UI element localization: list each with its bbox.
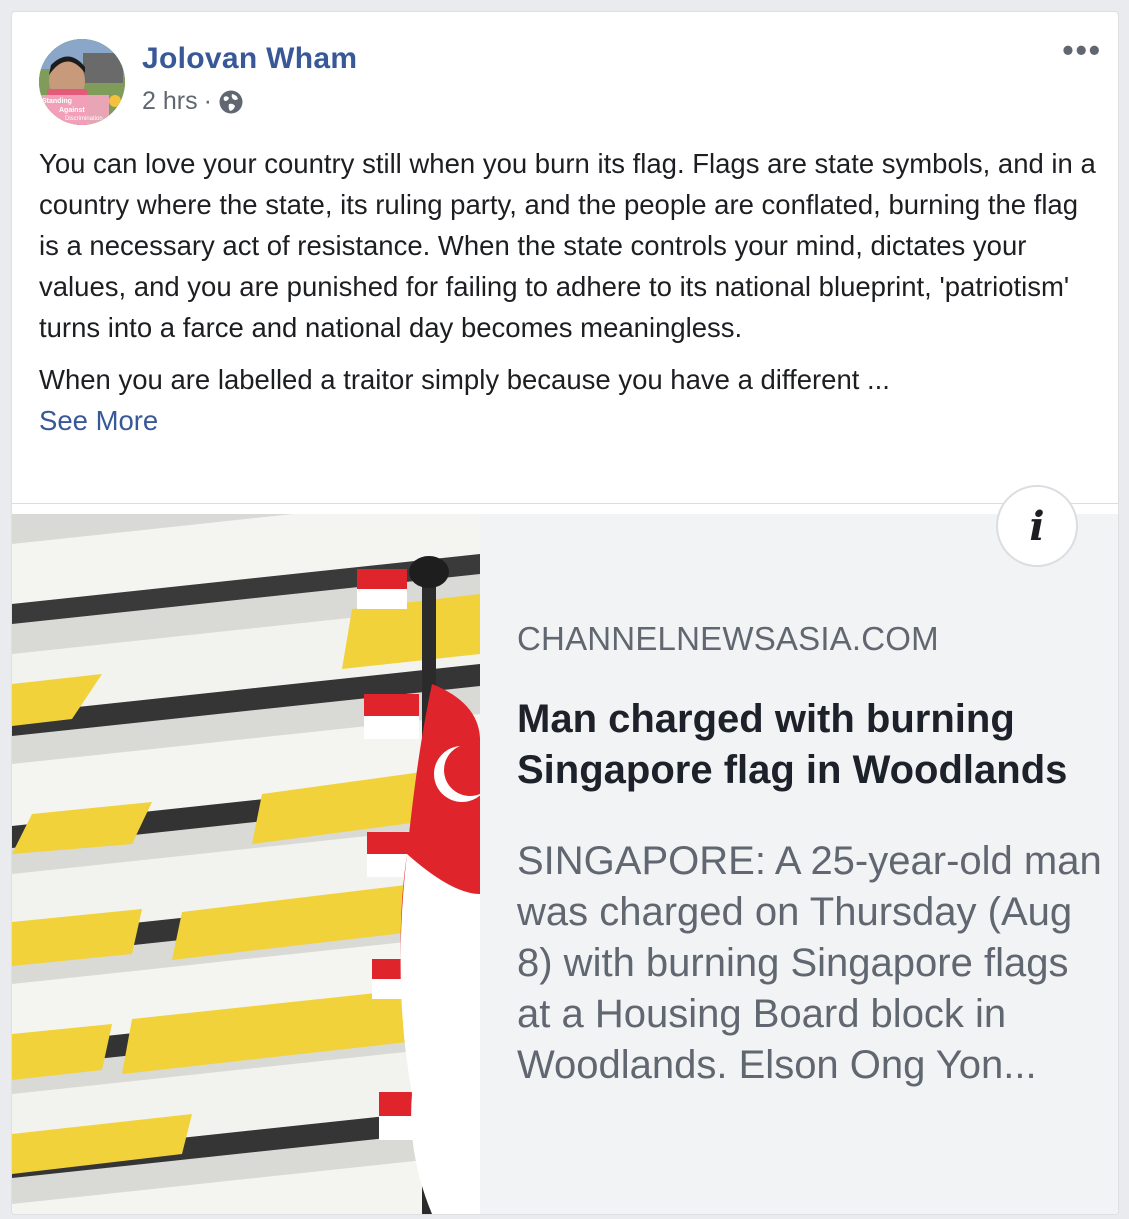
- post-paragraph-2: When you are labelled a traitor simply b…: [39, 364, 890, 395]
- author-name[interactable]: Jolovan Wham: [142, 42, 357, 76]
- avatar[interactable]: Standing Against Discrimination: [39, 39, 125, 125]
- post-paragraph-1: You can love your country still when you…: [39, 148, 1096, 343]
- avatar-caption-1: Standing: [42, 98, 72, 105]
- see-more-link[interactable]: See More: [39, 400, 1099, 441]
- meta-separator: ·: [203, 87, 212, 115]
- globe-icon[interactable]: [218, 89, 244, 115]
- info-icon[interactable]: i: [996, 485, 1078, 567]
- divider: [12, 503, 1118, 504]
- avatar-image: Standing Against Discrimination: [39, 39, 125, 125]
- more-options-icon[interactable]: •••: [1062, 34, 1102, 66]
- post-timestamp[interactable]: 2 hrs: [142, 87, 198, 116]
- link-headline[interactable]: Man charged with burning Singapore flag …: [517, 694, 1107, 796]
- post-meta: 2 hrs ·: [142, 87, 244, 116]
- link-preview-image[interactable]: [12, 514, 480, 1214]
- post-card: Standing Against Discrimination Jolovan …: [11, 11, 1119, 1215]
- avatar-caption-3: Discrimination: [65, 116, 103, 122]
- post-text: You can love your country still when you…: [39, 143, 1099, 441]
- link-domain: CHANNELNEWSASIA.COM: [517, 620, 939, 657]
- link-summary: SINGAPORE: A 25-year-old man was charged…: [517, 839, 1102, 1087]
- link-preview-info[interactable]: CHANNELNEWSASIA.COM Man charged with bur…: [480, 514, 1118, 1214]
- avatar-caption-2: Against: [59, 107, 85, 114]
- article-photo: [12, 514, 480, 1214]
